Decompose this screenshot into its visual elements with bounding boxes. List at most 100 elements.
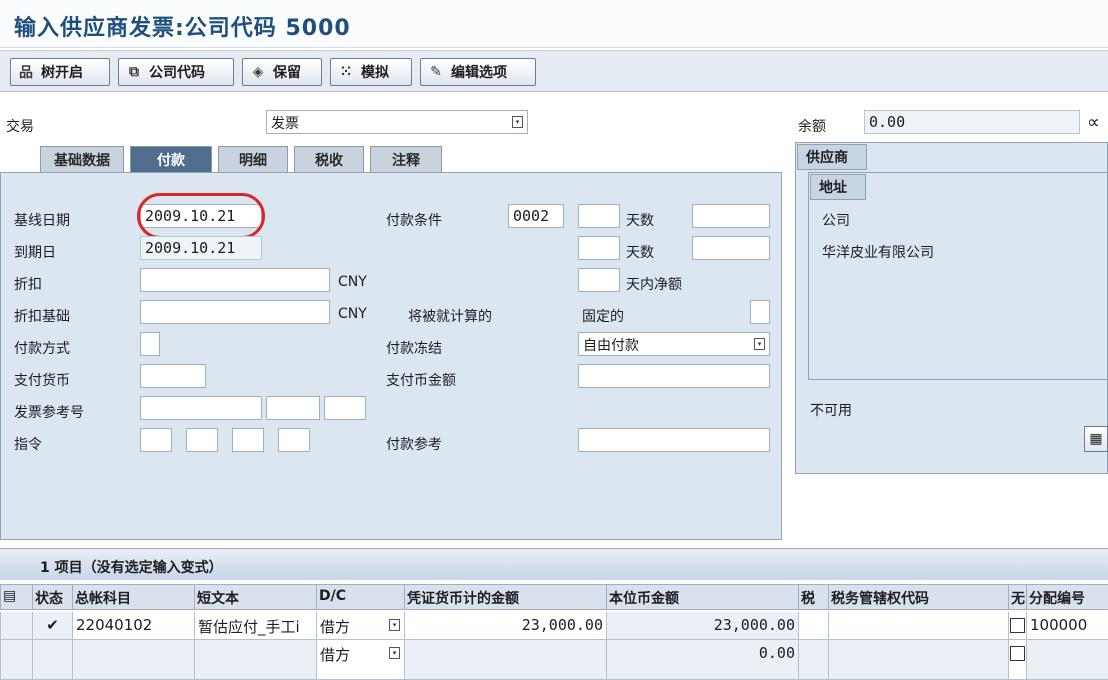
balance-label: 余额 — [798, 119, 826, 135]
invoice-ref-field-1[interactable] — [140, 396, 262, 420]
dropdown-icon[interactable]: ▾ — [512, 116, 523, 128]
transaction-select[interactable]: 发票 ▾ — [266, 110, 528, 134]
tab-notes[interactable]: 注释 — [370, 146, 442, 172]
row-selector[interactable] — [0, 640, 32, 680]
col-tax[interactable]: 税 — [798, 585, 828, 610]
hold-button[interactable]: ◈ 保留 — [242, 58, 322, 86]
discount-field[interactable] — [140, 268, 330, 292]
company-label: 公司 — [822, 213, 850, 229]
net-days-label: 天内净额 — [626, 277, 682, 293]
discount-base-field[interactable] — [140, 300, 330, 324]
discount-label: 折扣 — [14, 277, 42, 293]
row-local-amount: 23,000.00 — [606, 612, 798, 640]
col-local-amount[interactable]: 本位币金额 — [606, 585, 798, 610]
tab-tax[interactable]: 税收 — [294, 146, 364, 172]
col-dc[interactable]: D/C — [316, 585, 404, 610]
discount-base-currency: CNY — [338, 306, 367, 322]
row-dc[interactable]: 借方 ▾ — [316, 640, 404, 680]
vendor-section-tab: 供应商 — [797, 144, 867, 170]
tab-payment[interactable]: 付款 — [130, 146, 212, 172]
address-tab[interactable]: 地址 — [810, 174, 866, 200]
vendor-company-name: 华洋皮业有限公司 — [822, 245, 934, 261]
col-tax-jurisdiction[interactable]: 税务管辖权代码 — [828, 585, 1008, 610]
window-title: 输入供应商发票:公司代码 5000 — [14, 16, 351, 41]
fixed-label: 固定的 — [582, 309, 624, 325]
dropdown-icon[interactable]: ▾ — [389, 619, 400, 631]
col-status[interactable]: 状态 — [32, 585, 72, 610]
days-field-1[interactable] — [578, 204, 620, 228]
row-tax-jurisdiction[interactable] — [828, 640, 1008, 680]
simulate-icon: ⁙ — [340, 64, 352, 80]
due-date-label: 到期日 — [14, 245, 56, 261]
row-checkbox[interactable] — [1008, 612, 1026, 640]
instruction-field-2[interactable] — [186, 428, 218, 452]
days-label-1: 天数 — [626, 213, 654, 229]
row-doc-amount[interactable]: 23,000.00 — [404, 612, 606, 640]
row-short-text[interactable] — [194, 640, 316, 680]
percent-field-2[interactable] — [692, 236, 770, 260]
copy-icon: ⧉ — [129, 64, 139, 80]
tree-icon: 品 — [19, 65, 33, 81]
row-tax-jurisdiction[interactable] — [828, 612, 1008, 640]
application-toolbar: 品 树开启 ⧉ 公司代码 ◈ 保留 ⁙ 模拟 ✎ 编辑选项 — [0, 50, 1108, 92]
row-doc-amount[interactable] — [404, 640, 606, 680]
payment-ref-field[interactable] — [578, 428, 770, 452]
payment-currency-field[interactable] — [140, 364, 206, 388]
tab-details[interactable]: 明细 — [218, 146, 288, 172]
fixed-checkbox[interactable] — [750, 300, 770, 324]
table-icon[interactable]: ▦ — [1084, 426, 1108, 452]
title-bar: 输入供应商发票:公司代码 5000 — [0, 0, 1108, 48]
instruction-field-1[interactable] — [140, 428, 172, 452]
row-tax[interactable] — [798, 640, 828, 680]
row-gl-account[interactable]: 22040102 — [72, 612, 194, 640]
net-days-field[interactable] — [578, 268, 620, 292]
row-gl-account[interactable] — [72, 640, 194, 680]
row-selector[interactable] — [0, 612, 32, 640]
payment-ref-label: 付款参考 — [386, 437, 442, 453]
instruction-label: 指令 — [14, 437, 42, 453]
hold-icon: ◈ — [252, 64, 264, 80]
percent-field-1[interactable] — [692, 204, 770, 228]
invoice-ref-field-3[interactable] — [324, 396, 366, 420]
col-none[interactable]: 无 — [1008, 585, 1026, 610]
tree-on-button[interactable]: 品 树开启 — [10, 58, 110, 86]
payment-method-label: 付款方式 — [14, 341, 70, 357]
status-icon: ∝ — [1087, 112, 1100, 133]
row-local-amount: 0.00 — [606, 640, 798, 680]
terms-field[interactable]: 0002 — [508, 204, 564, 228]
instruction-field-4[interactable] — [278, 428, 310, 452]
row-assignment[interactable] — [1026, 640, 1108, 680]
company-code-button[interactable]: ⧉ 公司代码 — [118, 58, 234, 86]
row-short-text[interactable]: 暂估应付_手工i — [194, 612, 316, 640]
row-checkbox[interactable] — [1008, 640, 1026, 680]
simulate-button[interactable]: ⁙ 模拟 — [330, 58, 412, 86]
not-available-text: 不可用 — [810, 403, 852, 419]
col-short-text[interactable]: 短文本 — [194, 585, 316, 610]
row-tax[interactable] — [798, 612, 828, 640]
col-doc-amount[interactable]: 凭证货币计的金额 — [404, 585, 606, 610]
pencil-icon: ✎ — [430, 64, 442, 80]
dropdown-icon[interactable]: ▾ — [754, 338, 765, 350]
days-field-2[interactable] — [578, 236, 620, 260]
row-status — [32, 640, 72, 680]
col-assignment[interactable]: 分配编号 — [1026, 585, 1108, 610]
invoice-ref-field-2[interactable] — [266, 396, 320, 420]
payment-currency-amount-field[interactable] — [578, 364, 770, 388]
payment-block-select[interactable]: 自由付款 ▾ — [578, 332, 770, 356]
grid-settings-icon[interactable]: ▤ — [0, 585, 32, 610]
baseline-date-label: 基线日期 — [14, 213, 70, 229]
invoice-ref-label: 发票参考号 — [14, 405, 84, 421]
row-dc[interactable]: 借方 ▾ — [316, 612, 404, 640]
address-box — [808, 172, 1108, 380]
to-be-calculated-label: 将被就计算的 — [408, 309, 492, 325]
row-assignment[interactable]: 100000 — [1026, 612, 1108, 640]
tab-basic-data[interactable]: 基础数据 — [40, 146, 124, 172]
dropdown-icon[interactable]: ▾ — [389, 647, 400, 659]
transaction-label: 交易 — [6, 119, 34, 135]
col-gl-account[interactable]: 总帐科目 — [72, 585, 194, 610]
instruction-field-3[interactable] — [232, 428, 264, 452]
edit-options-button[interactable]: ✎ 编辑选项 — [420, 58, 536, 86]
highlight-circle — [137, 193, 265, 239]
payment-method-field[interactable] — [140, 332, 160, 356]
payment-block-label: 付款冻结 — [386, 341, 442, 357]
